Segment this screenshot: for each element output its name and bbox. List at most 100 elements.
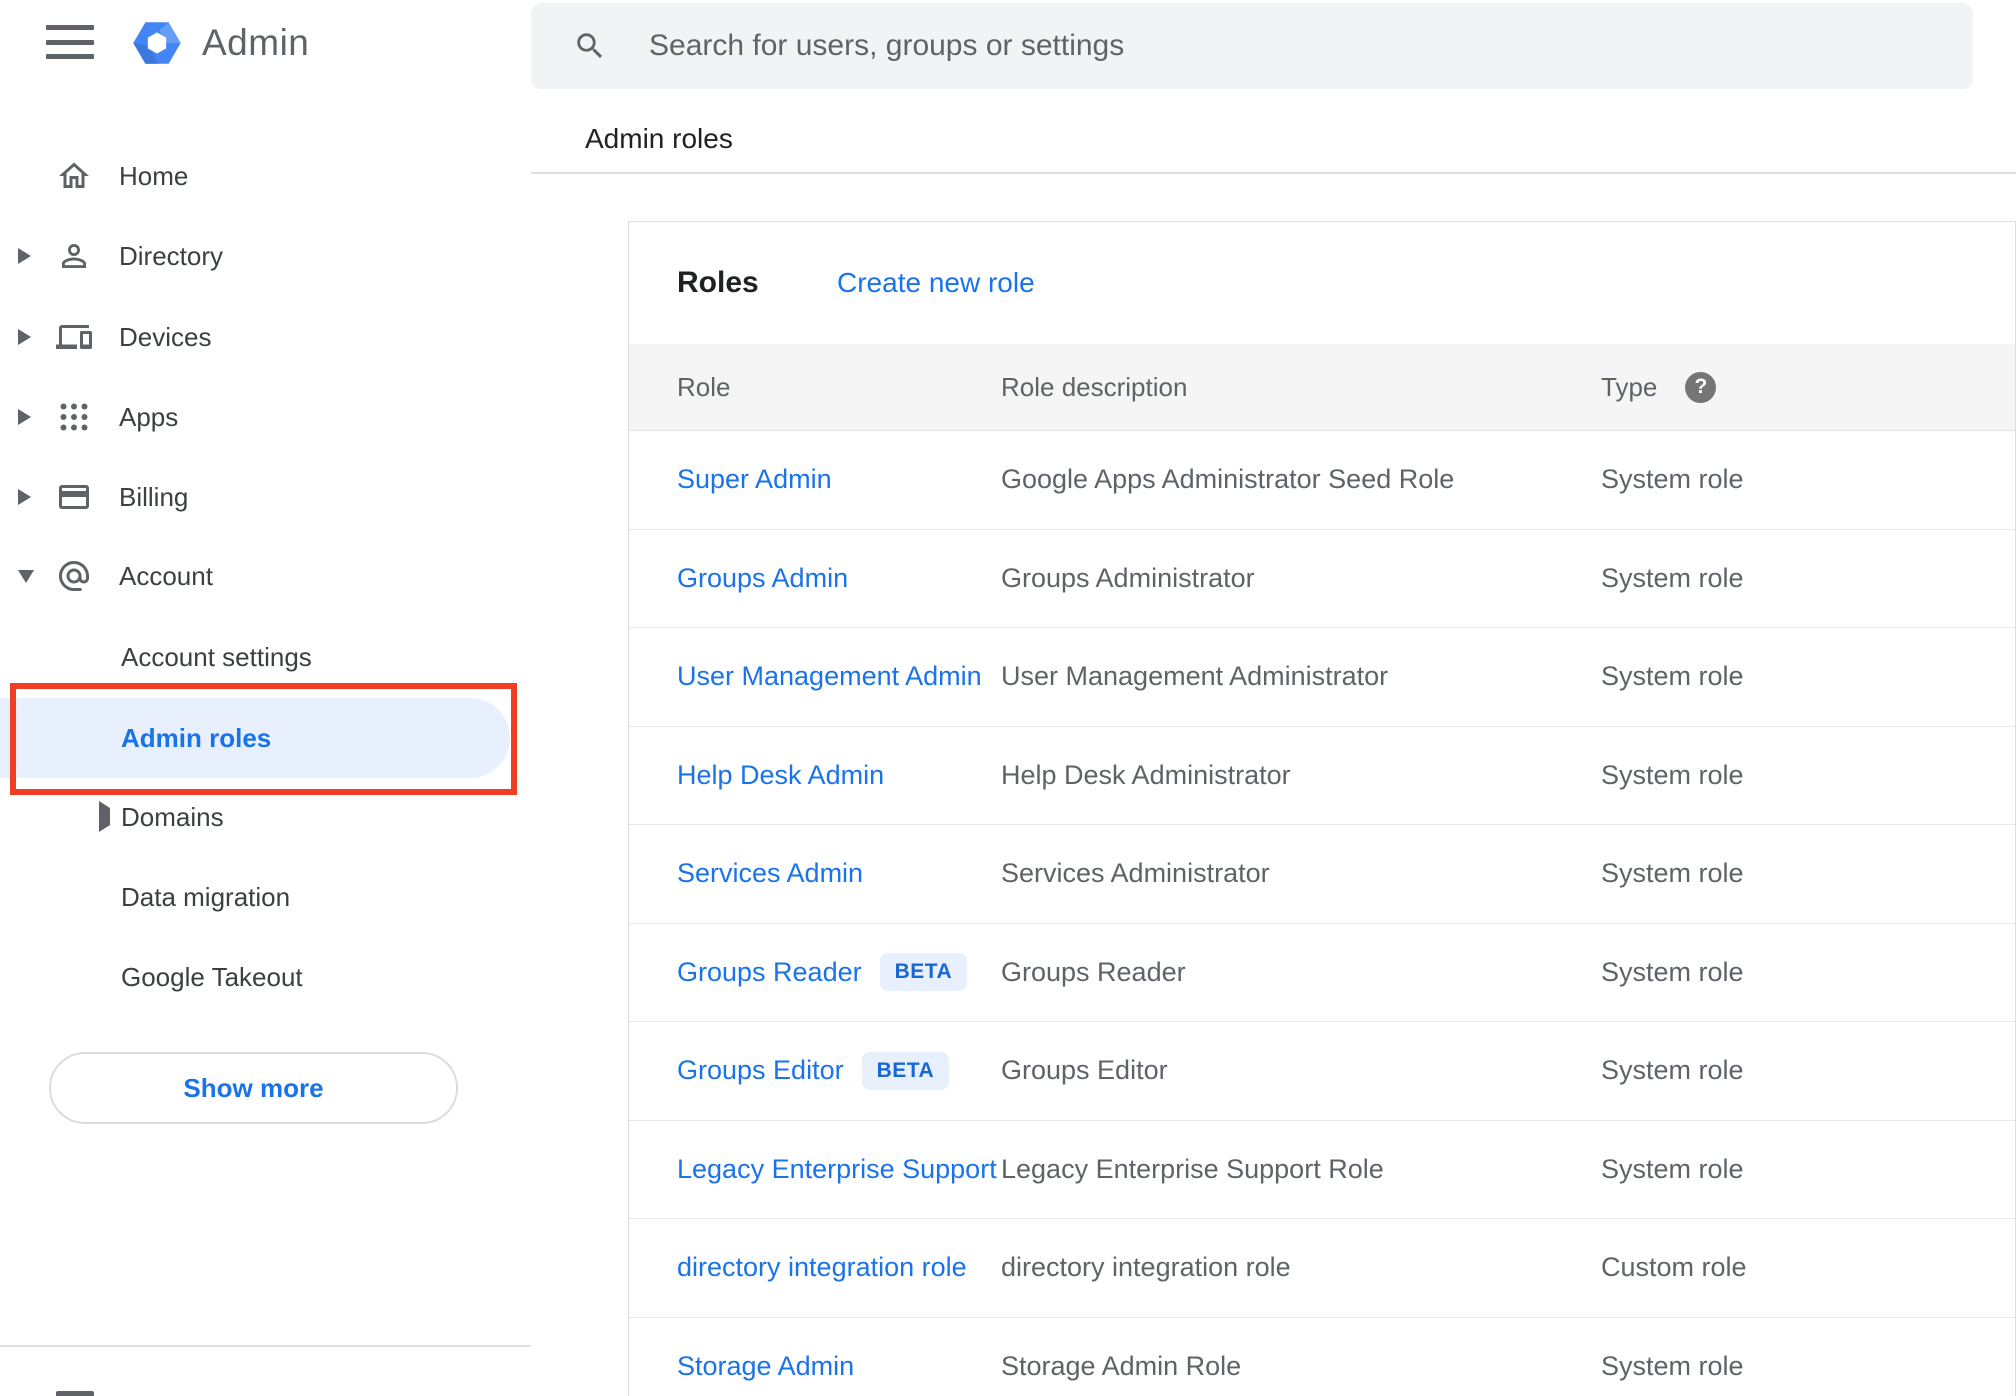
sidebar-item-label: Account xyxy=(119,560,213,591)
roles-panel: Roles Create new role Role Role descript… xyxy=(628,221,2016,1396)
chevron-right-icon[interactable] xyxy=(18,329,31,345)
sidebar-item-label: Account settings xyxy=(121,641,312,672)
role-description: Groups Reader xyxy=(1001,956,1186,987)
chevron-right-icon[interactable] xyxy=(18,489,31,505)
table-row: User Management Admin User Management Ad… xyxy=(629,628,2015,727)
sidebar-item-billing[interactable]: Billing xyxy=(0,457,531,537)
role-type: System role xyxy=(1601,562,1744,593)
role-type: System role xyxy=(1601,759,1744,790)
role-type: System role xyxy=(1601,464,1744,495)
sidebar-item-apps[interactable]: Apps xyxy=(0,377,531,457)
roles-table: Super Admin Google Apps Administrator Se… xyxy=(629,431,2015,1396)
sidebar-item-domains[interactable]: Domains xyxy=(0,777,531,857)
admin-logo[interactable]: Admin xyxy=(128,14,309,72)
role-type: System role xyxy=(1601,956,1744,987)
chevron-right-icon[interactable] xyxy=(18,248,31,264)
table-row: Legacy Enterprise Support Legacy Enterpr… xyxy=(629,1121,2015,1219)
person-icon xyxy=(56,238,92,274)
sidebar-item-account[interactable]: Account xyxy=(0,536,531,616)
apps-grid-icon xyxy=(56,399,92,435)
sidebar-item-label: Admin roles xyxy=(121,722,272,753)
sidebar-item-label: Google Takeout xyxy=(121,961,303,992)
sidebar-item-label: Devices xyxy=(119,321,212,352)
google-admin-console: Admin Home Directory Devices Apps Billin… xyxy=(0,0,2016,1396)
sidebar-item-data-migration[interactable]: Data migration xyxy=(0,857,531,937)
header-divider xyxy=(531,172,2016,174)
table-row: Services Admin Services Administrator Sy… xyxy=(629,825,2015,924)
table-row: directory integration role directory int… xyxy=(629,1219,2015,1318)
column-header-type-label: Type xyxy=(1601,371,1658,402)
sidebar-item-devices[interactable]: Devices xyxy=(0,297,531,377)
role-link[interactable]: Help Desk Admin xyxy=(677,760,884,791)
chevron-right-icon[interactable] xyxy=(99,801,110,832)
search-input[interactable] xyxy=(647,28,1851,64)
role-type: System role xyxy=(1601,858,1744,889)
sidebar-item-label: Data migration xyxy=(121,881,291,912)
role-description: Groups Editor xyxy=(1001,1055,1168,1086)
table-row: Groups Admin Groups Administrator System… xyxy=(629,530,2015,628)
table-header-row: Role Role description Type ? xyxy=(629,344,2015,431)
role-link[interactable]: Storage Admin xyxy=(677,1351,854,1382)
devices-icon xyxy=(56,319,92,355)
role-type: System role xyxy=(1601,1350,1744,1381)
search-icon xyxy=(573,29,607,63)
help-icon[interactable]: ? xyxy=(1685,371,1717,403)
table-row: Help Desk Admin Help Desk Administrator … xyxy=(629,727,2015,825)
table-row: Storage Admin Storage Admin Role System … xyxy=(629,1318,2015,1396)
chevron-down-icon[interactable] xyxy=(18,569,34,583)
create-new-role-link[interactable]: Create new role xyxy=(837,222,1035,344)
panel-title: Roles xyxy=(677,266,759,299)
sidebar-item-label: Billing xyxy=(119,481,189,512)
role-link[interactable]: directory integration role xyxy=(677,1252,967,1283)
beta-badge: BETA xyxy=(861,1051,950,1090)
role-link[interactable]: User Management Admin xyxy=(677,661,982,692)
beta-badge: BETA xyxy=(879,953,968,992)
sidebar-item-directory[interactable]: Directory xyxy=(0,216,531,296)
sidebar: Admin Home Directory Devices Apps Billin… xyxy=(0,0,531,1396)
role-type: Custom role xyxy=(1601,1252,1747,1283)
sidebar-item-label: Apps xyxy=(119,401,179,432)
clipped-bottom-icon xyxy=(56,1391,94,1396)
role-link[interactable]: Groups Editor xyxy=(677,1055,844,1086)
role-type: System role xyxy=(1601,1153,1744,1184)
table-row: Groups Reader BETA Groups Reader System … xyxy=(629,924,2015,1022)
breadcrumb: Admin roles xyxy=(585,123,733,154)
sidebar-item-account-settings[interactable]: Account settings xyxy=(0,617,531,697)
role-description: Google Apps Administrator Seed Role xyxy=(1001,464,1455,495)
sidebar-item-label: Domains xyxy=(121,801,224,832)
column-header-role: Role xyxy=(677,371,731,402)
sidebar-item-home[interactable]: Home xyxy=(0,136,531,216)
role-description: Help Desk Administrator xyxy=(1001,759,1291,790)
role-link[interactable]: Services Admin xyxy=(677,858,863,889)
role-type: System role xyxy=(1601,661,1744,692)
role-link[interactable]: Groups Admin xyxy=(677,563,848,594)
roles-panel-header: Roles Create new role xyxy=(629,222,2015,344)
column-header-type: Type ? xyxy=(1601,371,2015,403)
role-link[interactable]: Legacy Enterprise Support xyxy=(677,1154,997,1185)
table-row: Groups Editor BETA Groups Editor System … xyxy=(629,1022,2015,1121)
show-more-button[interactable]: Show more xyxy=(49,1052,458,1124)
role-description: Groups Administrator xyxy=(1001,562,1255,593)
role-description: Storage Admin Role xyxy=(1001,1350,1242,1381)
home-icon xyxy=(56,158,92,194)
app-title: Admin xyxy=(202,22,310,63)
sidebar-item-label: Directory xyxy=(119,240,224,271)
role-type: System role xyxy=(1601,1055,1744,1086)
hamburger-menu-icon[interactable] xyxy=(46,25,94,59)
sidebar-item-admin-roles[interactable]: Admin roles xyxy=(0,698,510,778)
sidebar-item-google-takeout[interactable]: Google Takeout xyxy=(0,937,531,1017)
admin-hexagon-logo-icon xyxy=(133,22,181,64)
sidebar-bottom-divider xyxy=(0,1345,531,1347)
role-link[interactable]: Groups Reader xyxy=(677,957,862,988)
role-description: User Management Administrator xyxy=(1001,661,1389,692)
credit-card-icon xyxy=(56,479,92,515)
search-bar[interactable] xyxy=(531,3,1973,89)
chevron-right-icon[interactable] xyxy=(18,409,31,425)
role-description: Services Administrator xyxy=(1001,858,1270,889)
role-description: directory integration role xyxy=(1001,1252,1291,1283)
column-header-description: Role description xyxy=(1001,371,1188,402)
table-row: Super Admin Google Apps Administrator Se… xyxy=(629,431,2015,530)
at-sign-icon xyxy=(56,558,92,594)
sidebar-item-label: Home xyxy=(119,160,189,191)
role-link[interactable]: Super Admin xyxy=(677,464,832,495)
